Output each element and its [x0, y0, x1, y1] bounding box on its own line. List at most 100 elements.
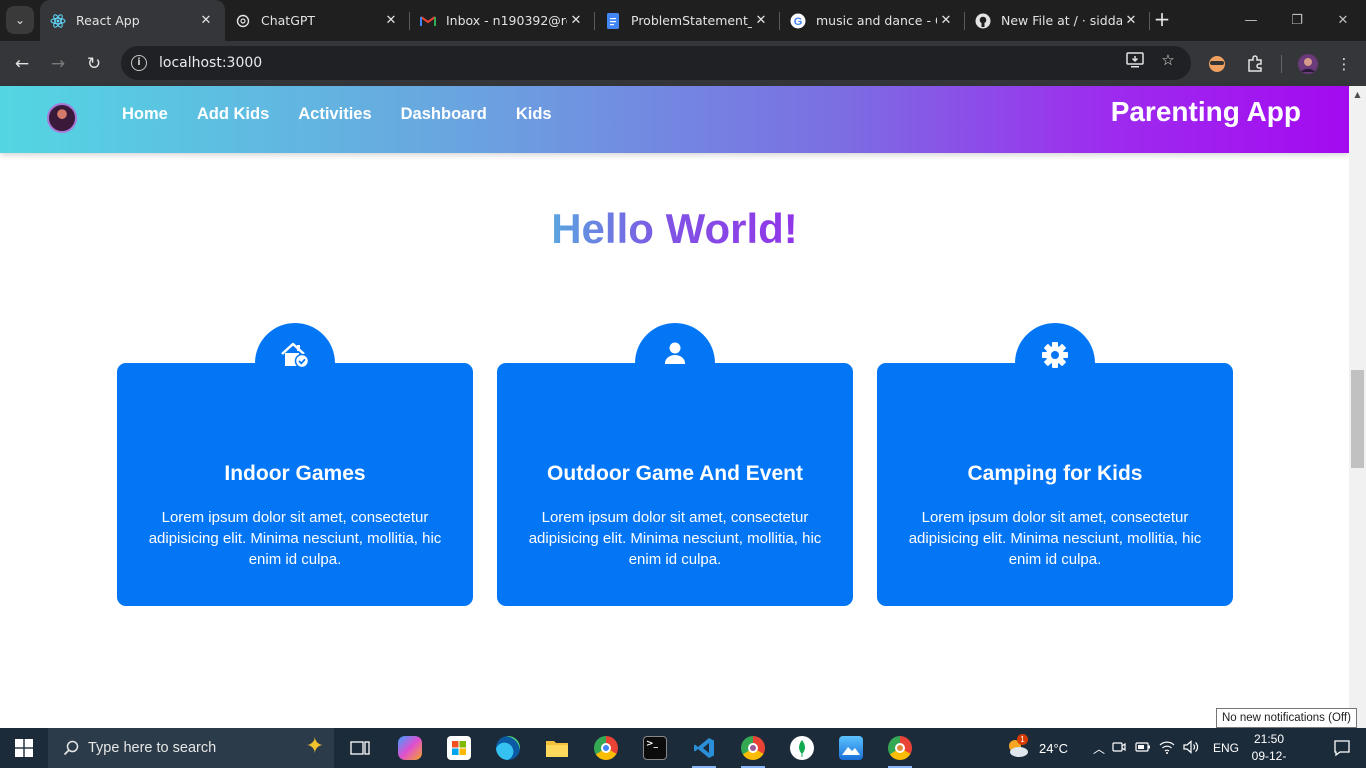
tab-title: ChatGPT — [261, 13, 316, 28]
tab-inbox[interactable]: Inbox - n190392@rgu ✕ — [410, 0, 595, 41]
windows-logo-icon — [15, 739, 33, 757]
tab-chatgpt[interactable]: ChatGPT ✕ — [225, 0, 410, 41]
edge-app[interactable] — [484, 728, 532, 768]
search-icon — [62, 739, 80, 757]
close-tab-icon[interactable]: ✕ — [197, 13, 215, 28]
language-indicator[interactable]: ENG — [1213, 741, 1239, 755]
task-view-button[interactable] — [336, 728, 384, 768]
restore-button[interactable]: ❐ — [1274, 0, 1320, 41]
volume-icon[interactable] — [1179, 739, 1203, 757]
new-tab-button[interactable]: + — [1150, 8, 1174, 32]
nav-link-dashboard[interactable]: Dashboard — [401, 105, 487, 124]
site-info-icon[interactable]: i — [131, 55, 147, 71]
taskbar-clock[interactable]: 21:50 09-12-2024 — [1240, 731, 1298, 768]
folder-icon — [545, 736, 569, 760]
terminal-icon: >_ — [643, 736, 667, 760]
photos-icon — [839, 736, 863, 760]
extensions-puzzle-icon[interactable] — [1243, 52, 1267, 76]
tab-title: New File at / · siddard — [1001, 13, 1122, 28]
copilot-icon — [398, 736, 422, 760]
tab-list: React App ✕ ChatGPT ✕ Inbox - n190392@rg… — [40, 0, 1150, 41]
react-icon — [50, 13, 66, 29]
tab-google-search[interactable]: G music and dance - Go ✕ — [780, 0, 965, 41]
close-window-button[interactable]: ✕ — [1320, 0, 1366, 41]
copilot-sparkle-icon[interactable]: ✦ — [306, 734, 324, 759]
address-bar[interactable]: i localhost:3000 — [121, 46, 1191, 80]
weather-alert-badge: 1 — [1017, 734, 1028, 745]
photos-app[interactable] — [827, 728, 875, 768]
chrome-profile-app-2[interactable] — [876, 728, 924, 768]
tab-title: React App — [76, 13, 140, 28]
activity-card[interactable]: Indoor Games Lorem ipsum dolor sit amet,… — [117, 323, 473, 606]
nav-link-activities[interactable]: Activities — [298, 105, 371, 124]
chrome-profile-icon — [741, 736, 765, 760]
weather-cloud-icon: 1 — [1005, 734, 1031, 759]
tab-problem-statement[interactable]: ProblemStatement_III ✕ — [595, 0, 780, 41]
chrome-profile-icon — [888, 736, 912, 760]
chrome-profile-app[interactable] — [729, 728, 777, 768]
back-button[interactable]: ← — [8, 50, 36, 78]
tab-github[interactable]: New File at / · siddard ✕ — [965, 0, 1150, 41]
address-url[interactable]: localhost:3000 — [159, 55, 262, 71]
start-button[interactable] — [0, 728, 48, 768]
nav-link-kids[interactable]: Kids — [516, 105, 552, 124]
weather-widget[interactable]: 1 24°C — [1005, 728, 1068, 768]
scroll-up-arrow-icon[interactable]: ▲ — [1349, 90, 1366, 99]
meet-now-icon[interactable] — [1107, 740, 1131, 757]
extension-avatar-icon[interactable] — [1205, 52, 1229, 76]
card-description: Lorem ipsum dolor sit amet, consectetur … — [148, 509, 442, 568]
profile-avatar-icon[interactable] — [1296, 52, 1320, 76]
edge-icon — [496, 736, 520, 760]
close-tab-icon[interactable]: ✕ — [382, 13, 400, 28]
nav-link-home[interactable]: Home — [122, 105, 168, 124]
close-tab-icon[interactable]: ✕ — [1122, 13, 1140, 28]
toolbar-divider — [1281, 55, 1282, 73]
svg-text:G: G — [794, 16, 803, 28]
activity-card[interactable]: Outdoor Game And Event Lorem ipsum dolor… — [497, 323, 853, 606]
reload-button[interactable]: ↻ — [80, 50, 108, 78]
browser-menu-icon[interactable]: ⋮ — [1332, 52, 1356, 76]
taskbar-search[interactable]: Type here to search ✦ — [48, 728, 334, 768]
tab-title: music and dance - Go — [816, 13, 937, 28]
wifi-icon[interactable] — [1155, 740, 1179, 757]
brand-title[interactable]: Parenting App — [1111, 96, 1301, 128]
browser-tab-strip: ⌄ React App ✕ ChatGPT ✕ Inbox - n190392@… — [0, 0, 1366, 41]
card-icon-badge — [1015, 323, 1095, 403]
system-tray: ︿ ENG — [1091, 728, 1239, 768]
vscode-app[interactable] — [680, 728, 728, 768]
minimize-button[interactable]: — — [1228, 0, 1274, 41]
search-placeholder[interactable]: Type here to search — [88, 740, 216, 756]
nav-link-add-kids[interactable]: Add Kids — [197, 105, 269, 124]
close-tab-icon[interactable]: ✕ — [752, 13, 770, 28]
activity-card[interactable]: Camping for Kids Lorem ipsum dolor sit a… — [877, 323, 1233, 606]
bookmark-star-icon[interactable]: ☆ — [1158, 50, 1178, 70]
install-app-icon[interactable] — [1125, 50, 1145, 70]
file-explorer-app[interactable] — [533, 728, 581, 768]
mongodb-leaf-icon — [790, 736, 814, 760]
close-tab-icon[interactable]: ✕ — [937, 13, 955, 28]
gmail-icon — [420, 13, 436, 29]
notification-icon — [1334, 740, 1350, 757]
terminal-app[interactable]: >_ — [631, 728, 679, 768]
chatgpt-icon — [235, 13, 251, 29]
page-scrollbar[interactable]: ▲ — [1349, 86, 1366, 728]
close-tab-icon[interactable]: ✕ — [567, 13, 585, 28]
chrome-app[interactable] — [582, 728, 630, 768]
tab-title: ProblemStatement_III — [631, 13, 752, 28]
tab-search-button[interactable]: ⌄ — [6, 6, 34, 34]
user-avatar[interactable] — [47, 103, 77, 133]
store-icon — [447, 736, 471, 760]
scroll-thumb[interactable] — [1351, 370, 1364, 468]
mongodb-app[interactable] — [778, 728, 826, 768]
copilot-app[interactable] — [386, 728, 434, 768]
battery-icon[interactable] — [1131, 741, 1155, 755]
forward-button[interactable]: → — [44, 50, 72, 78]
task-view-icon — [350, 741, 370, 755]
card-description: Lorem ipsum dolor sit amet, consectetur … — [528, 509, 822, 568]
docs-icon — [605, 12, 621, 29]
chevron-up-icon[interactable]: ︿ — [1091, 740, 1107, 757]
notification-center-button[interactable] — [1318, 728, 1366, 768]
card-icon-badge — [635, 323, 715, 403]
tab-react-app[interactable]: React App ✕ — [40, 0, 225, 41]
store-app[interactable] — [435, 728, 483, 768]
